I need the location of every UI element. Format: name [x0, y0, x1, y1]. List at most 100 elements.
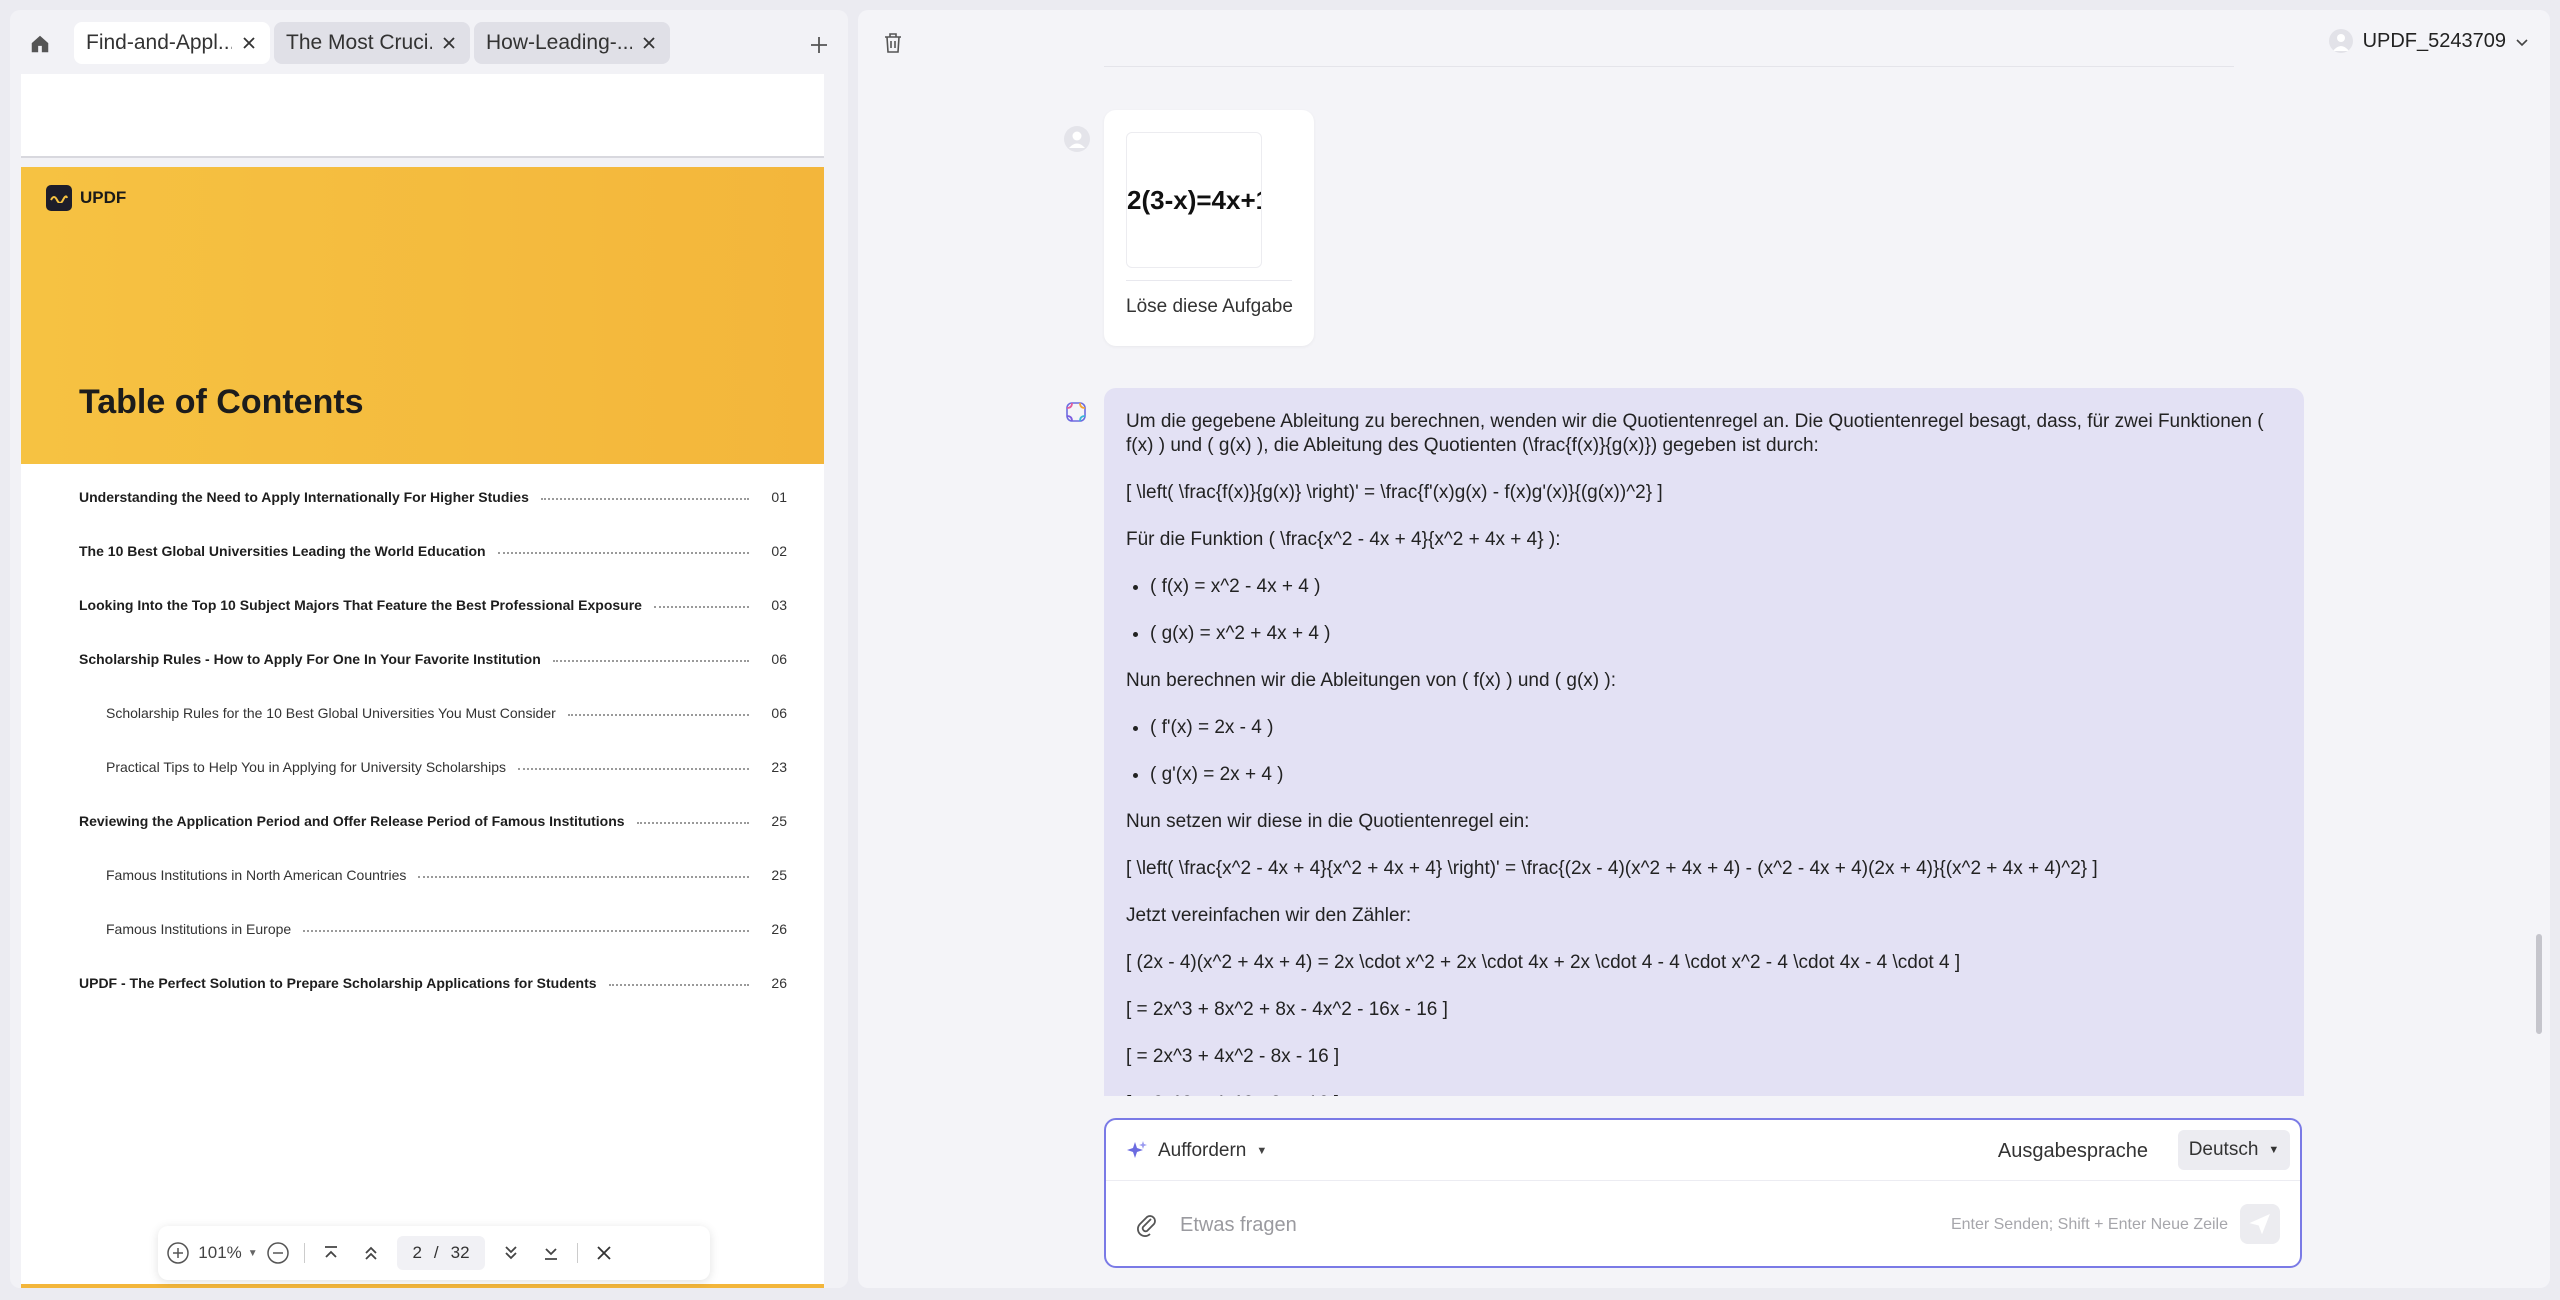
attached-image[interactable]: 2(3-x)=4x+1: [1126, 132, 1262, 268]
user-icon: [1064, 126, 1090, 152]
zoom-level-select[interactable]: 101% ▼: [198, 1226, 258, 1280]
attach-file-button[interactable]: [1134, 1212, 1160, 1238]
toc-entry-title: Scholarship Rules - How to Apply For One…: [79, 651, 541, 667]
first-page-icon: [325, 1246, 337, 1258]
tab-close-button[interactable]: [440, 34, 458, 52]
toc-entry-page: 26: [771, 921, 787, 937]
tab-close-button[interactable]: [640, 34, 658, 52]
close-toolbar-button[interactable]: [584, 1226, 624, 1280]
toc-entry[interactable]: Reviewing the Application Period and Off…: [79, 811, 787, 831]
toc-leader-dots: [540, 498, 749, 500]
zoom-in-button[interactable]: [158, 1226, 198, 1280]
toc-entry-title: Reviewing the Application Period and Off…: [79, 813, 625, 829]
zoom-out-button[interactable]: [258, 1226, 298, 1280]
toc-entry-page: 25: [771, 813, 787, 829]
toc-entry-title: Understanding the Need to Apply Internat…: [79, 489, 529, 505]
tab-label: The Most Cruci...: [286, 31, 432, 54]
caret-down-icon: ▼: [1256, 1145, 1268, 1157]
previous-page-button[interactable]: [351, 1226, 391, 1280]
page-navigation-toolbar: 101% ▼ 2 / 32: [158, 1226, 710, 1280]
user-icon: [2332, 34, 2349, 51]
toc-leader-dots: [636, 822, 749, 824]
output-language-label: Ausgabesprache: [1997, 1140, 2148, 1162]
send-button[interactable]: [2240, 1204, 2280, 1244]
toc-entry-page: 01: [771, 489, 787, 505]
toc-title: Table of Contents: [79, 383, 364, 421]
toc-entry[interactable]: UPDF - The Perfect Solution to Prepare S…: [79, 973, 787, 993]
user-message: 2(3-x)=4x+1 Löse diese Aufgabe: [1104, 110, 1314, 346]
user-avatar: [1062, 124, 1092, 154]
toc-entry[interactable]: Looking Into the Top 10 Subject Majors T…: [79, 595, 787, 615]
ai-response-list-item: ( f'(x) = 2x - 4 ): [1150, 716, 2282, 740]
add-tab-button[interactable]: [806, 32, 832, 58]
zoom-in-icon: [167, 1242, 189, 1264]
close-icon: [643, 37, 655, 49]
zoom-out-icon: [267, 1242, 289, 1264]
toc-leader-dots: [552, 660, 749, 662]
chat-scrollbar[interactable]: [2536, 934, 2542, 1034]
chat-history[interactable]: 2(3-x)=4x+1 Löse diese Aufgabe Um die ge…: [858, 66, 2550, 1096]
clear-chat-button[interactable]: [880, 30, 906, 56]
ai-response-list-item: ( f(x) = x^2 - 4x + 4 ): [1150, 575, 2282, 599]
toc-entry[interactable]: Practical Tips to Help You in Applying f…: [79, 757, 787, 777]
ai-response-paragraph: [ \left( \frac{x^2 - 4x + 4}{x^2 + 4x + …: [1126, 858, 2098, 879]
toc-entry-title: Looking Into the Top 10 Subject Majors T…: [79, 597, 642, 613]
toc-entry-page: 23: [771, 759, 787, 775]
toc-entry-title: The 10 Best Global Universities Leading …: [79, 543, 486, 559]
toc-leader-dots: [303, 930, 749, 932]
toc-leader-dots: [497, 552, 749, 554]
ai-response-message: Um die gegebene Ableitung zu berechnen, …: [1104, 388, 2304, 1096]
home-button[interactable]: [28, 32, 52, 56]
message-divider: [1126, 280, 1292, 281]
tab-label: Find-and-Appl...: [86, 31, 232, 54]
pdf-reader-pane: Find-and-Appl... The Most Cruci... How-L…: [10, 10, 848, 1288]
caret-down-icon: ▼: [247, 1247, 258, 1259]
document-viewport[interactable]: UPDF Table of Contents Understanding the…: [10, 74, 848, 1288]
toc-entry-page: 06: [771, 705, 787, 721]
ai-response-paragraph: Für die Funktion ( \frac{x^2 - 4x + 4}{x…: [1126, 529, 1561, 550]
toc-entry[interactable]: Understanding the Need to Apply Internat…: [79, 487, 787, 507]
ai-response-paragraph: [ (2x - 4)(x^2 + 4x + 4) = 2x \cdot x^2 …: [1126, 952, 1961, 973]
tab-document-3[interactable]: How-Leading-...: [474, 22, 670, 64]
ai-response-list: ( f(x) = x^2 - 4x + 4 ) ( g(x) = x^2 + 4x…: [1126, 575, 2282, 646]
next-page-button[interactable]: [491, 1226, 531, 1280]
toc-entry-page: 02: [771, 543, 787, 559]
toc-entry-page: 26: [771, 975, 787, 991]
language-select[interactable]: Deutsch ▼: [2178, 1130, 2290, 1170]
user-menu[interactable]: UPDF_5243709: [2328, 26, 2528, 56]
home-icon: [31, 35, 49, 53]
current-page: 2: [412, 1243, 422, 1262]
toc-entry[interactable]: Scholarship Rules for the 10 Best Global…: [79, 703, 787, 723]
toc-entry[interactable]: The 10 Best Global Universities Leading …: [79, 541, 787, 561]
send-icon: [2249, 1214, 2270, 1235]
selected-language: Deutsch: [2188, 1139, 2259, 1160]
page-number-input[interactable]: 2 / 32: [397, 1236, 485, 1270]
previous-page: [21, 74, 824, 158]
chat-input[interactable]: [1178, 1206, 1882, 1244]
logo-text: UPDF: [80, 188, 127, 207]
toc-entry[interactable]: Famous Institutions in Europe 26: [79, 919, 787, 939]
chevron-down-icon: [2516, 30, 2528, 53]
last-page-button[interactable]: [531, 1226, 571, 1280]
tab-label: How-Leading-...: [486, 31, 632, 54]
username: UPDF_5243709: [2362, 29, 2506, 52]
tab-document-2[interactable]: The Most Cruci...: [274, 22, 470, 64]
next-page-edge: [21, 1284, 824, 1288]
close-icon: [443, 37, 455, 49]
prompt-label: Auffordern: [1158, 1140, 1247, 1161]
avatar: [2328, 29, 2353, 53]
attached-image-text: 2(3-x)=4x+1: [1127, 184, 1262, 215]
toc-entry[interactable]: Scholarship Rules - How to Apply For One…: [79, 649, 787, 669]
ai-response-paragraph: Um die gegebene Ableitung zu berechnen, …: [1126, 411, 2264, 456]
tab-close-button[interactable]: [240, 34, 258, 52]
first-page-button[interactable]: [311, 1226, 351, 1280]
message-divider: [1104, 66, 2234, 67]
total-pages: 32: [450, 1243, 470, 1262]
ai-response-paragraph: [ = 2x^3 + 4x^2 - 8x - 16 ]: [1126, 1092, 2282, 1096]
toolbar-divider: [577, 1243, 578, 1263]
page-banner: UPDF Table of Contents: [21, 167, 824, 464]
tab-document-1[interactable]: Find-and-Appl...: [74, 22, 270, 64]
toc-entry[interactable]: Famous Institutions in North American Co…: [79, 865, 787, 885]
ai-response-list: ( f'(x) = 2x - 4 ) ( g'(x) = 2x + 4 ): [1126, 716, 2282, 787]
prompt-dropdown[interactable]: Auffordern ▼: [1126, 1136, 1267, 1166]
